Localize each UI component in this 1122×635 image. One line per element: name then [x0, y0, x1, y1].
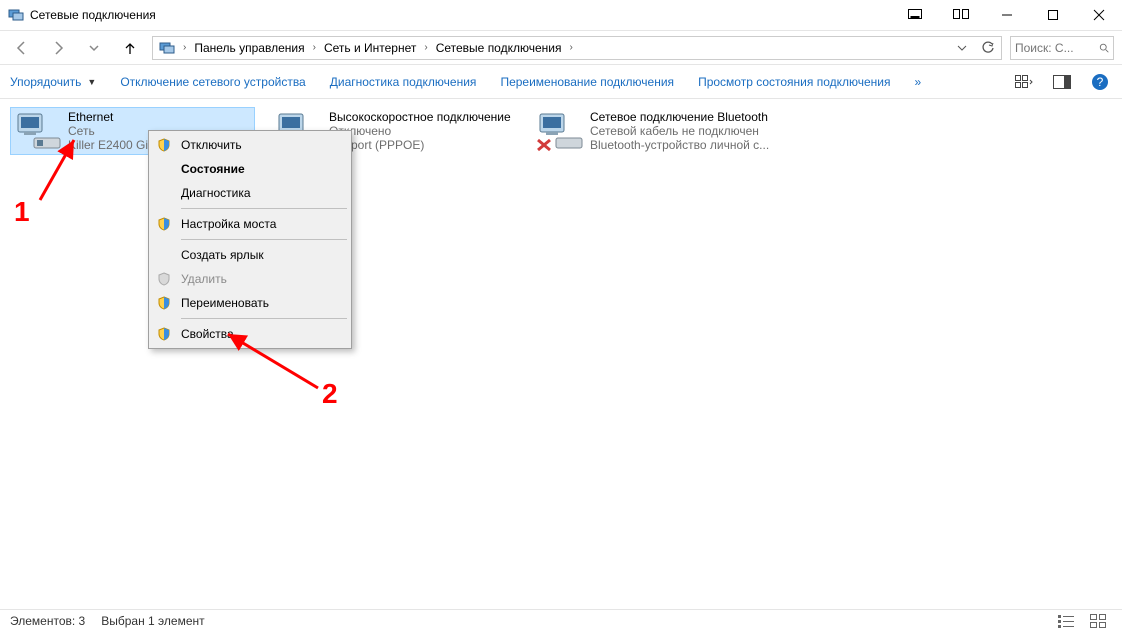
nav-recent-button[interactable] [80, 34, 108, 62]
diagnose-button[interactable]: Диагностика подключения [328, 71, 479, 93]
breadcrumb-item[interactable]: Сеть и Интернет [320, 39, 420, 57]
nav-row: › Панель управления › Сеть и Интернет › … [0, 30, 1122, 64]
ctx-bridge[interactable]: Настройка моста [151, 212, 349, 236]
uac-shield-icon [155, 327, 173, 341]
uac-shield-icon [155, 217, 173, 231]
rename-label: Переименование подключения [500, 75, 674, 89]
more-glyph: » [915, 75, 922, 89]
ctx-rename[interactable]: Переименовать [151, 291, 349, 315]
connection-name: Высокоскоростное подключение [329, 110, 511, 124]
ctx-disconnect[interactable]: Отключить [151, 133, 349, 157]
svg-text:?: ? [1097, 75, 1104, 89]
ctx-label: Удалить [181, 272, 341, 286]
rename-button[interactable]: Переименование подключения [498, 71, 676, 93]
window-title: Сетевые подключения [30, 8, 156, 22]
ctx-label: Состояние [181, 162, 341, 176]
refresh-button[interactable] [977, 41, 999, 55]
uac-shield-icon [155, 138, 173, 152]
status-label: Просмотр состояния подключения [698, 75, 890, 89]
ctx-label: Свойства [181, 327, 341, 341]
nav-back-button[interactable] [8, 34, 36, 62]
breadcrumb-label: Сеть и Интернет [324, 41, 416, 55]
projector-icon[interactable] [938, 0, 984, 30]
search-icon [1099, 42, 1109, 54]
menu-separator [181, 318, 347, 319]
location-icon [155, 38, 179, 58]
menu-separator [181, 239, 347, 240]
ctx-diagnose[interactable]: Диагностика [151, 181, 349, 205]
uac-shield-icon [155, 296, 173, 310]
close-button[interactable] [1076, 0, 1122, 30]
ctx-label: Отключить [181, 138, 341, 152]
chevron-down-icon: ▼ [87, 77, 96, 87]
address-dropdown-button[interactable] [951, 43, 973, 53]
organize-button[interactable]: Упорядочить ▼ [8, 71, 98, 93]
network-adapter-icon [536, 110, 584, 152]
view-status-button[interactable]: Просмотр состояния подключения [696, 71, 892, 93]
connection-status: Сеть [68, 124, 158, 138]
search-input[interactable] [1015, 41, 1095, 55]
uac-shield-icon [155, 272, 173, 286]
more-commands-button[interactable]: » [913, 71, 924, 93]
ctx-shortcut[interactable]: Создать ярлык [151, 243, 349, 267]
connection-name: Ethernet [68, 110, 158, 124]
breadcrumb-item[interactable]: Панель управления [190, 39, 308, 57]
ctx-label: Переименовать [181, 296, 341, 310]
connection-device: Bluetooth-устройство личной с... [590, 138, 769, 152]
preview-pane-button[interactable] [1048, 68, 1076, 96]
nav-forward-button[interactable] [44, 34, 72, 62]
status-item-count: Элементов: 3 [10, 614, 85, 628]
connection-status: Сетевой кабель не подключен [590, 124, 769, 138]
ctx-label: Настройка моста [181, 217, 341, 231]
search-box[interactable] [1010, 36, 1114, 60]
connection-device: Miniport (PPPOE) [329, 138, 511, 152]
breadcrumb-label: Панель управления [194, 41, 304, 55]
breadcrumb-separator[interactable]: › [569, 42, 572, 53]
ctx-label: Создать ярлык [181, 248, 341, 262]
ctx-status[interactable]: Состояние [151, 157, 349, 181]
large-icons-view-button[interactable] [1084, 607, 1112, 635]
ctx-properties[interactable]: Свойства [151, 322, 349, 346]
app-icon [8, 7, 24, 23]
ctx-label: Диагностика [181, 186, 341, 200]
breadcrumb-separator[interactable]: › [183, 42, 186, 53]
breadcrumb-label: Сетевые подключения [436, 41, 562, 55]
connection-device: Killer E2400 Gi... [68, 138, 158, 152]
breadcrumb-item[interactable]: Сетевые подключения [432, 39, 566, 57]
disable-device-button[interactable]: Отключение сетевого устройства [118, 71, 307, 93]
nav-up-button[interactable] [116, 34, 144, 62]
command-bar: Упорядочить ▼ Отключение сетевого устройс… [0, 64, 1122, 99]
view-options-button[interactable] [1010, 68, 1038, 96]
status-bar: Элементов: 3 Выбран 1 элемент [0, 609, 1122, 631]
title-bar: Сетевые подключения [0, 0, 1122, 30]
maximize-button[interactable] [1030, 0, 1076, 30]
tablet-mode-icon[interactable] [892, 0, 938, 30]
diagnose-label: Диагностика подключения [330, 75, 477, 89]
details-view-button[interactable] [1052, 607, 1080, 635]
connection-status: Отключено [329, 124, 511, 138]
network-adapter-icon [14, 110, 62, 152]
status-selected-count: Выбран 1 элемент [101, 614, 204, 628]
menu-separator [181, 208, 347, 209]
context-menu: Отключить Состояние Диагностика Настройк… [148, 130, 352, 349]
breadcrumb-separator[interactable]: › [424, 42, 427, 53]
organize-label: Упорядочить [10, 75, 81, 89]
help-button[interactable]: ? [1086, 68, 1114, 96]
connection-item-bluetooth[interactable]: Сетевое подключение Bluetooth Сетевой ка… [532, 107, 777, 155]
connection-name: Сетевое подключение Bluetooth [590, 110, 769, 124]
ctx-delete: Удалить [151, 267, 349, 291]
address-bar[interactable]: › Панель управления › Сеть и Интернет › … [152, 36, 1002, 60]
breadcrumb-separator[interactable]: › [313, 42, 316, 53]
minimize-button[interactable] [984, 0, 1030, 30]
disable-label: Отключение сетевого устройства [120, 75, 305, 89]
